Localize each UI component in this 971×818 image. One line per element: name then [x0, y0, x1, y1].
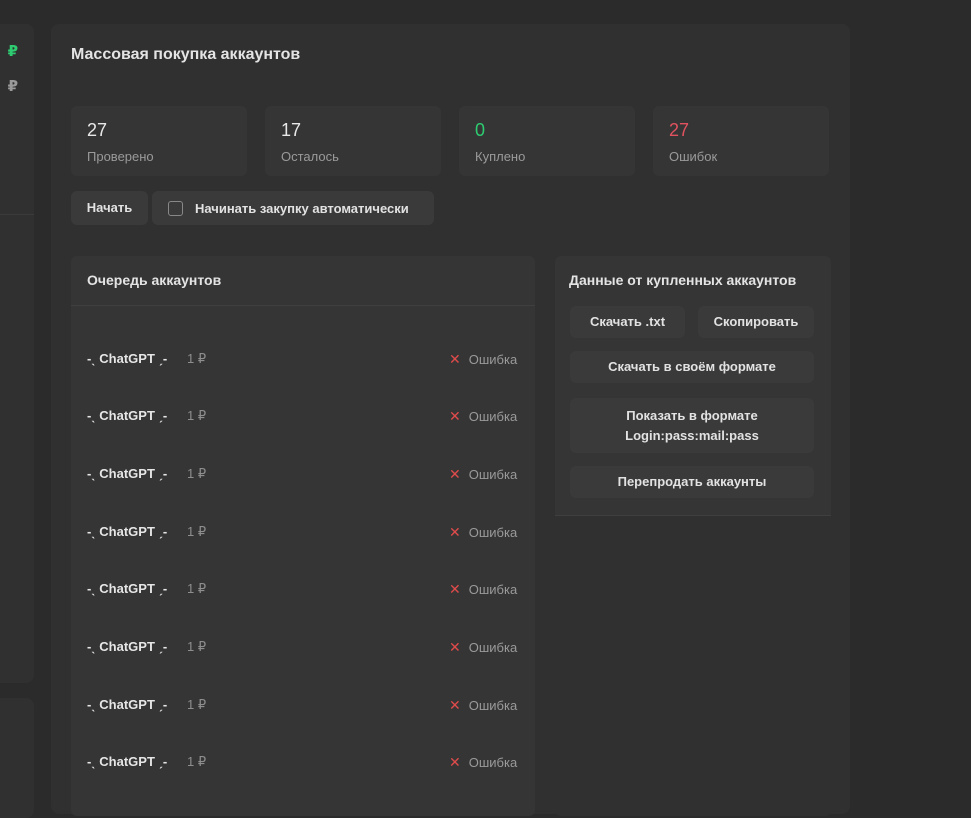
stat-value: 27 [669, 120, 690, 140]
account-status: ✕ Ошибка [449, 408, 517, 425]
auto-purchase-label: Начинать закупку автоматически [195, 200, 409, 216]
download-txt-button[interactable]: Скачать .txt [570, 306, 685, 338]
account-status: ✕ Ошибка [449, 639, 517, 656]
queue-row: -ˎ ChatGPT ˏ- 1 ₽ ✕ Ошибка [71, 579, 535, 599]
stat-errors: 27 Ошибок [653, 106, 829, 176]
queue-divider [71, 305, 535, 306]
stat-value: 17 [281, 120, 302, 140]
copy-button[interactable]: Скопировать [698, 306, 814, 338]
purchased-data-card: Данные от купленных аккаунтов Скачать .t… [555, 256, 831, 516]
status-text: Ошибка [468, 582, 518, 597]
resell-accounts-button[interactable]: Перепродать аккаунты [570, 466, 814, 498]
stat-label: Куплено [475, 149, 526, 164]
purchased-data-title: Данные от купленных аккаунтов [569, 272, 797, 288]
error-icon: ✕ [449, 524, 461, 540]
status-text: Ошибка [468, 525, 518, 540]
account-price: 1 ₽ [187, 466, 207, 481]
account-status: ✕ Ошибка [449, 524, 517, 541]
queue-row: -ˎ ChatGPT ˏ- 1 ₽ ✕ Ошибка [71, 406, 535, 426]
error-icon: ✕ [449, 754, 461, 770]
account-price: 1 ₽ [187, 581, 207, 596]
queue-row: -ˎ ChatGPT ˏ- 1 ₽ ✕ Ошибка [71, 522, 535, 542]
status-text: Ошибка [468, 409, 518, 424]
status-text: Ошибка [468, 698, 518, 713]
auto-purchase-checkbox[interactable] [168, 200, 183, 216]
queue-row: -ˎ ChatGPT ˏ- 1 ₽ ✕ Ошибка [71, 349, 535, 369]
account-name: -ˎ ChatGPT ˏ- [87, 351, 168, 366]
account-price: 1 ₽ [187, 697, 207, 712]
stat-checked: 27 Проверено [71, 106, 247, 176]
error-icon: ✕ [449, 351, 461, 367]
queue-row: -ˎ ChatGPT ˏ- 1 ₽ ✕ Ошибка [71, 464, 535, 484]
account-price: 1 ₽ [187, 408, 207, 423]
account-status: ✕ Ошибка [449, 697, 517, 714]
account-name: -ˎ ChatGPT ˏ- [87, 524, 168, 539]
account-name: -ˎ ChatGPT ˏ- [87, 697, 168, 712]
account-status: ✕ Ошибка [449, 754, 517, 771]
error-icon: ✕ [449, 466, 461, 482]
stat-label: Проверено [87, 149, 154, 164]
account-price: 1 ₽ [187, 639, 207, 654]
queue-title: Очередь аккаунтов [87, 272, 222, 288]
status-text: Ошибка [468, 640, 518, 655]
account-price: 1 ₽ [187, 754, 207, 769]
account-status: ✕ Ошибка [449, 351, 517, 368]
balance-currency: ₽ [7, 43, 18, 60]
account-price: 1 ₽ [187, 351, 207, 366]
status-text: Ошибка [468, 352, 518, 367]
status-text: Ошибка [468, 467, 518, 482]
queue-row: -ˎ ChatGPT ˏ- 1 ₽ ✕ Ошибка [71, 752, 535, 772]
left-panel: ₽ ₽ [0, 24, 34, 683]
queue-row: -ˎ ChatGPT ˏ- 1 ₽ ✕ Ошибка [71, 637, 535, 657]
error-icon: ✕ [449, 697, 461, 713]
page-title: Массовая покупка аккаунтов [71, 46, 301, 63]
account-queue: Очередь аккаунтов -ˎ ChatGPT ˏ- 1 ₽ ✕ Ошибк… [71, 256, 535, 816]
stat-label: Ошибок [669, 149, 718, 164]
show-format-button[interactable]: Показать в формате Login:pass:mail:pass [570, 398, 814, 453]
auto-purchase-toggle[interactable]: Начинать закупку автоматически [152, 191, 434, 225]
account-name: -ˎ ChatGPT ˏ- [87, 408, 168, 423]
stat-value: 27 [87, 120, 108, 140]
error-icon: ✕ [449, 639, 461, 655]
mass-purchase-panel: Массовая покупка аккаунтов 27 Проверено … [51, 24, 850, 816]
account-name: -ˎ ChatGPT ˏ- [87, 639, 168, 654]
account-price: 1 ₽ [187, 524, 207, 539]
stat-remaining: 17 Осталось [265, 106, 441, 176]
stat-bought: 0 Куплено [459, 106, 635, 176]
download-custom-format-button[interactable]: Скачать в своём формате [570, 351, 814, 383]
error-icon: ✕ [449, 581, 461, 597]
price-currency: ₽ [7, 78, 18, 95]
error-icon: ✕ [449, 408, 461, 424]
account-status: ✕ Ошибка [449, 581, 517, 598]
account-name: -ˎ ChatGPT ˏ- [87, 754, 168, 769]
account-name: -ˎ ChatGPT ˏ- [87, 581, 168, 596]
stat-value: 0 [475, 120, 486, 140]
account-name: -ˎ ChatGPT ˏ- [87, 466, 168, 481]
account-status: ✕ Ошибка [449, 466, 517, 483]
purchased-data-panel: Данные от купленных аккаунтов Скачать .t… [555, 256, 831, 816]
left-panel-divider [0, 214, 34, 215]
status-text: Ошибка [468, 755, 518, 770]
stat-label: Осталось [281, 149, 339, 164]
left-panel-lower [0, 698, 34, 818]
start-button[interactable]: Начать [71, 191, 148, 225]
queue-row: -ˎ ChatGPT ˏ- 1 ₽ ✕ Ошибка [71, 695, 535, 715]
